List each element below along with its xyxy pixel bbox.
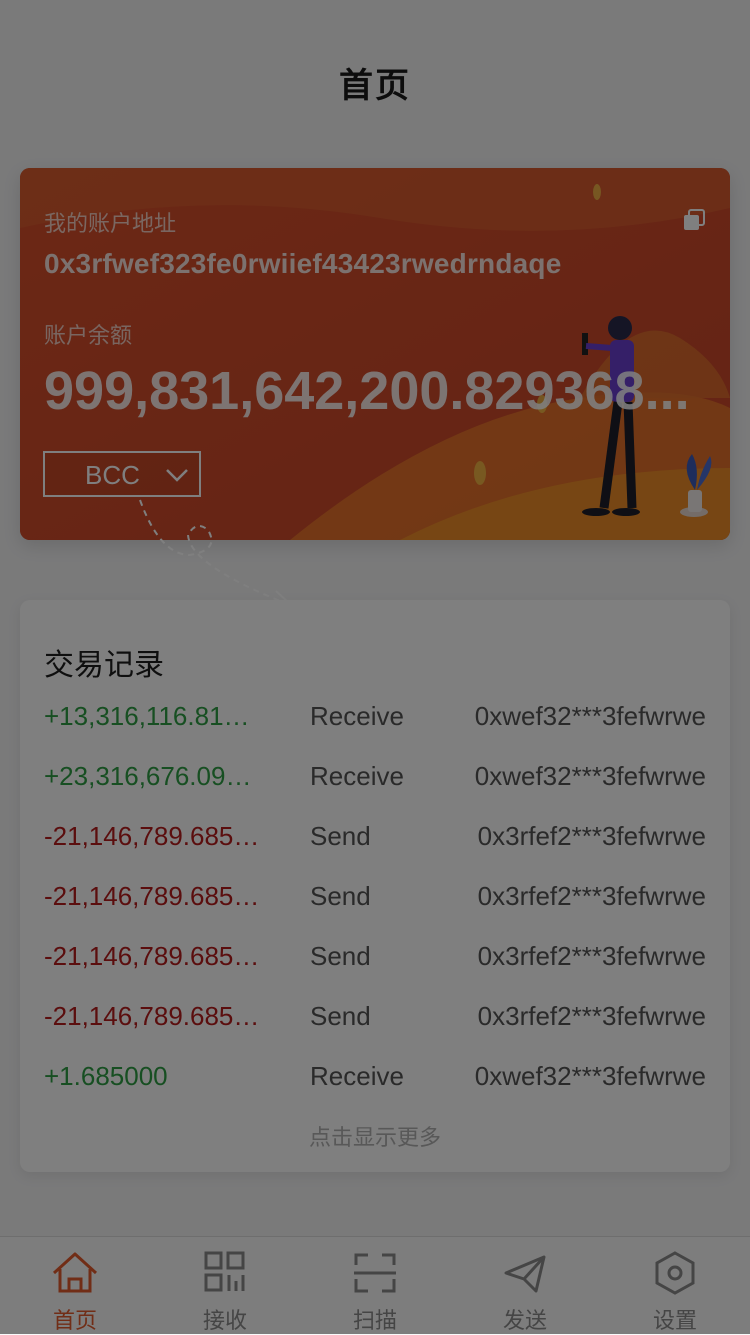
account-card: 我的账户地址 0x3rfwef323fe0rwiief43423rwedrnda… — [20, 168, 730, 540]
transaction-amount: +1.685000 — [44, 1061, 168, 1091]
tab-scan[interactable]: 扫描 — [300, 1237, 450, 1335]
tab-label: 设置 — [652, 1309, 697, 1334]
transaction-row[interactable]: +1.685000 Receive 0xwef32***3fefwrwe — [20, 1061, 730, 1101]
account-address: 0x3rfwef323fe0rwiief43423rwedrndaqe — [44, 248, 562, 279]
show-more-link[interactable]: 点击显示更多 — [20, 1120, 730, 1152]
tab-settings[interactable]: 设置 — [600, 1237, 750, 1335]
transactions-card: 交易记录 +13,316,116.81… Receive 0xwef32***3… — [20, 600, 730, 1172]
transaction-row[interactable]: -21,146,789.685… Send 0x3rfef2***3fefwrw… — [20, 1001, 730, 1041]
transaction-address: 0xwef32***3fefwrwe — [474, 701, 706, 731]
chevron-down-icon — [166, 469, 188, 482]
transaction-type: Send — [310, 881, 371, 911]
balance-label: 账户余额 — [44, 324, 133, 349]
send-icon — [504, 1255, 546, 1293]
transaction-row[interactable]: -21,146,789.685… Send 0x3rfef2***3fefwrw… — [20, 881, 730, 921]
tab-label: 首页 — [52, 1309, 97, 1334]
transaction-type: Receive — [310, 1061, 404, 1091]
transaction-address: 0x3rfef2***3fefwrwe — [477, 1001, 706, 1031]
transaction-row[interactable]: +23,316,676.09… Receive 0xwef32***3fefwr… — [20, 761, 730, 801]
transaction-type: Send — [310, 941, 371, 971]
transaction-amount: -21,146,789.685… — [44, 881, 260, 911]
scan-icon — [354, 1253, 396, 1293]
transaction-amount: -21,146,789.685… — [44, 821, 260, 851]
tab-label: 发送 — [502, 1309, 547, 1334]
transaction-address: 0xwef32***3fefwrwe — [474, 1061, 706, 1091]
home-icon — [52, 1252, 98, 1293]
transaction-row[interactable]: +13,316,116.81… Receive 0xwef32***3fefwr… — [20, 701, 730, 741]
tab-receive[interactable]: 接收 — [150, 1237, 300, 1335]
transaction-type: Send — [310, 821, 371, 851]
coin-selector[interactable]: BCC — [43, 451, 201, 497]
transaction-amount: -21,146,789.685… — [44, 941, 260, 971]
bottom-tab-bar: 首页 接收 扫描 发送 设置 — [0, 1236, 750, 1335]
account-balance: 999,831,642,200.829368... — [44, 361, 690, 421]
qr-code-icon — [204, 1251, 245, 1292]
transaction-address: 0x3rfef2***3fefwrwe — [477, 821, 706, 851]
tab-send[interactable]: 发送 — [450, 1237, 600, 1335]
transaction-amount: +13,316,116.81… — [44, 701, 250, 731]
tab-label: 接收 — [202, 1309, 247, 1334]
transaction-address: 0xwef32***3fefwrwe — [474, 761, 706, 791]
tab-home[interactable]: 首页 — [0, 1237, 150, 1335]
transaction-amount: +23,316,676.09… — [44, 761, 252, 791]
transaction-row[interactable]: -21,146,789.685… Send 0x3rfef2***3fefwrw… — [20, 941, 730, 981]
transaction-type: Receive — [310, 761, 404, 791]
transaction-row[interactable]: -21,146,789.685… Send 0x3rfef2***3fefwrw… — [20, 821, 730, 861]
tab-label: 扫描 — [352, 1309, 397, 1334]
hint-arrow-icon — [139, 499, 293, 608]
transaction-address: 0x3rfef2***3fefwrwe — [477, 941, 706, 971]
copy-icon[interactable] — [682, 208, 706, 232]
transactions-title: 交易记录 — [44, 648, 164, 683]
coin-selector-value: BCC — [85, 460, 140, 490]
transaction-amount: -21,146,789.685… — [44, 1001, 260, 1031]
settings-icon — [655, 1251, 695, 1295]
transaction-type: Send — [310, 1001, 371, 1031]
address-label: 我的账户地址 — [44, 212, 177, 237]
transaction-type: Receive — [310, 701, 404, 731]
transaction-address: 0x3rfef2***3fefwrwe — [477, 881, 706, 911]
header: 首页 — [0, 0, 750, 168]
page-title: 首页 — [339, 66, 411, 106]
